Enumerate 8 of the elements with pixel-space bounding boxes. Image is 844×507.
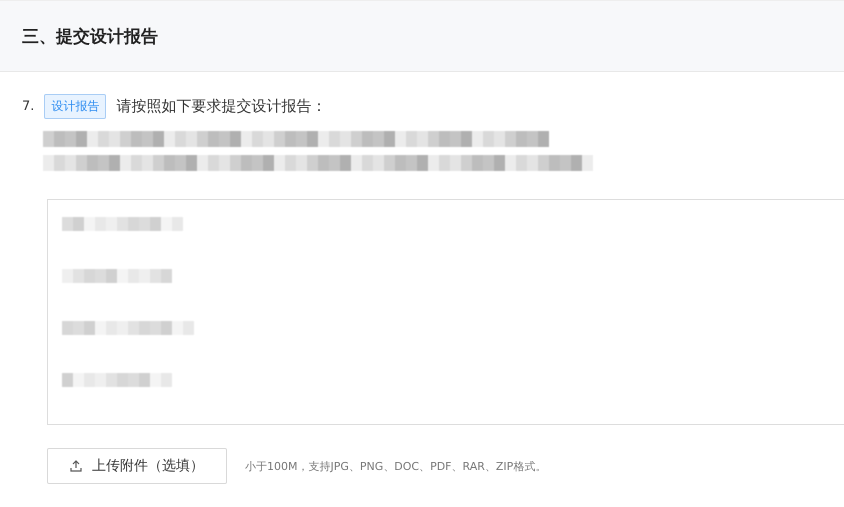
question-prompt: 请按照如下要求提交设计报告：	[116, 97, 326, 116]
question-number: 7.	[22, 99, 34, 114]
answer-box[interactable]	[47, 199, 844, 425]
upload-icon	[70, 460, 82, 472]
upload-hint: 小于100M，支持JPG、PNG、DOC、PDF、RAR、ZIP格式。	[245, 458, 546, 474]
upload-button[interactable]: 上传附件（选填）	[47, 448, 227, 484]
question-tag: 设计报告	[44, 94, 106, 119]
section-title: 三、提交设计报告	[22, 26, 158, 48]
